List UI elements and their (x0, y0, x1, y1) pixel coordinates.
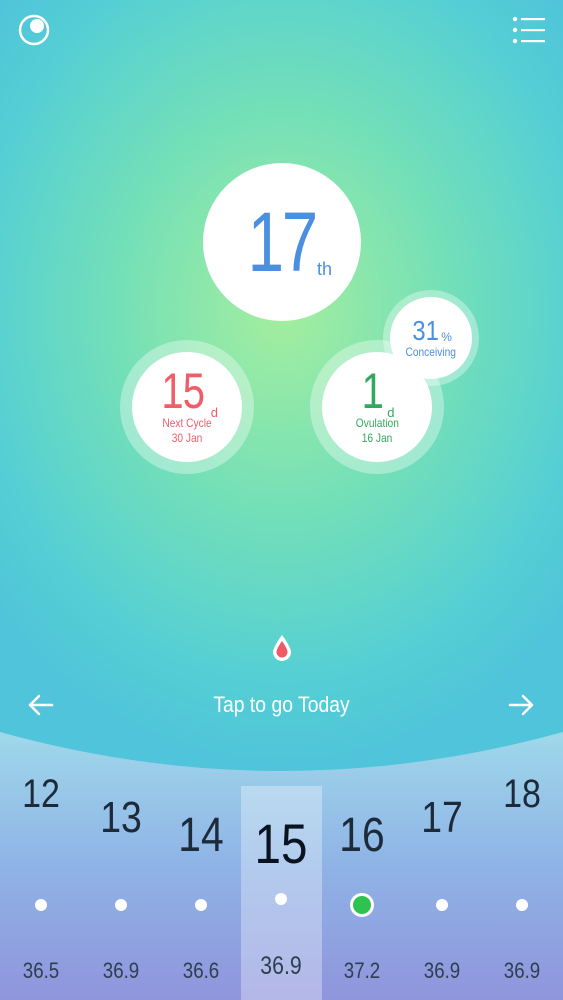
calendar-day-17[interactable]: 17 (408, 796, 476, 840)
blood-drop-icon[interactable] (270, 633, 294, 663)
calendar-day-16[interactable]: 16 (328, 812, 396, 860)
list-menu-icon[interactable] (512, 16, 546, 44)
conceiving-unit: % (441, 329, 452, 344)
cycle-day-suffix: th (317, 259, 333, 279)
day-marker-dot (275, 893, 287, 905)
ovulation-date: 16 Jan (361, 430, 393, 445)
calendar-day-14[interactable]: 14 (167, 812, 235, 860)
moon-circle-icon[interactable] (18, 14, 50, 46)
ovulation-days: 1 (362, 363, 384, 420)
temperature-value: 36.9 (423, 958, 461, 983)
calendar-day-15[interactable]: 15 (247, 816, 315, 872)
temperature-value: 36.9 (102, 958, 140, 983)
temperature-value: 36.9 (260, 952, 302, 980)
calendar-strip[interactable]: 12 36.5 13 36.9 14 36.6 15 36.9 16 37.2 17 36.9 18 36… (0, 690, 563, 1000)
next-cycle-days: 15 (161, 363, 205, 420)
temperature-value: 36.6 (182, 958, 220, 983)
temperature-value: 36.5 (22, 958, 60, 983)
cycle-day-circle[interactable]: 17 th (203, 163, 361, 321)
conceiving-value: 31 (412, 314, 439, 346)
conceiving-circle[interactable]: 31 % Conceiving (390, 297, 472, 379)
next-cycle-unit: d (210, 404, 218, 420)
next-cycle-label: Next Cycle (162, 415, 212, 430)
day-marker-dot (195, 899, 207, 911)
temperature-value: 37.2 (343, 958, 381, 983)
cycle-day-number: 17 (247, 195, 319, 289)
day-marker-dot (436, 899, 448, 911)
ovulation-day-marker (353, 896, 371, 914)
calendar-day-13[interactable]: 13 (87, 796, 155, 840)
ovulation-label: Ovulation (355, 415, 399, 430)
next-cycle-date: 30 Jan (171, 430, 203, 445)
day-marker-dot (516, 899, 528, 911)
temperature-value: 36.9 (503, 958, 541, 983)
calendar-day-18[interactable]: 18 (488, 774, 556, 814)
day-marker-dot (115, 899, 127, 911)
day-marker-dot (35, 899, 47, 911)
next-cycle-circle[interactable]: 15 d Next Cycle 30 Jan (132, 352, 242, 462)
calendar-day-12[interactable]: 12 (7, 774, 75, 814)
conceiving-label: Conceiving (405, 344, 457, 359)
